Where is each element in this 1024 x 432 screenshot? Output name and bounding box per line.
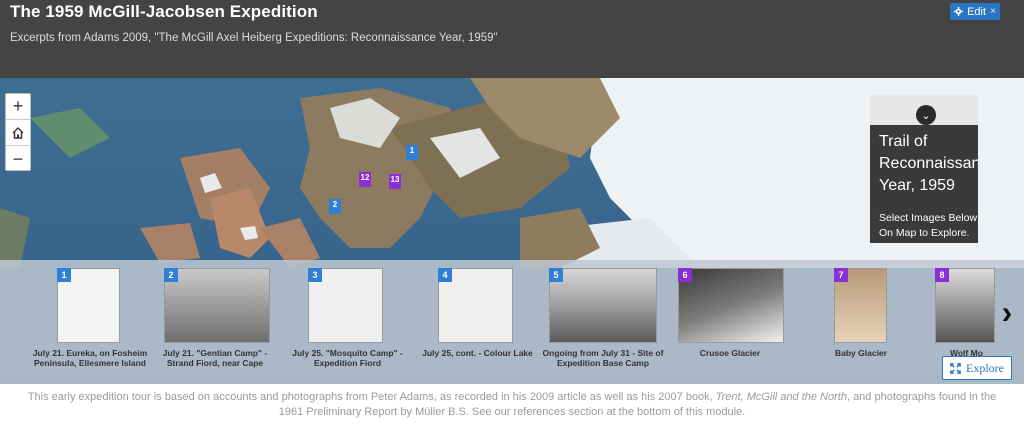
explore-label: Explore	[966, 360, 1004, 375]
panel-desc-line: On Map to Explore.	[879, 227, 970, 239]
gear-icon	[954, 7, 964, 16]
item-number: 8	[935, 268, 949, 282]
carousel-caption: Ongoing from July 31 - Site of Expeditio…	[538, 348, 668, 368]
marker-label: 2	[332, 200, 338, 209]
carousel-caption: July 25, cont. - Colour Lake	[415, 348, 540, 358]
marker-label: 12	[360, 173, 370, 182]
collapse-chevron-icon[interactable]: ⌄	[916, 105, 936, 125]
caption-line: July 21. Eureka, on Fosheim	[32, 348, 148, 358]
caption-line: Expedition Base Camp	[556, 358, 650, 368]
home-button[interactable]	[6, 120, 30, 146]
carousel-caption: July 21. "Gentian Camp" - Strand Fiord, …	[150, 348, 280, 368]
intro-line-1: This early expedition tour is based on a…	[0, 390, 1024, 405]
edit-label: Edit	[967, 5, 987, 18]
item-number: 3	[308, 268, 322, 282]
zoom-in-button[interactable]: +	[6, 94, 30, 120]
home-icon	[12, 126, 24, 139]
intro-line-2: 1961 Preliminary Report by Müller B.S. S…	[278, 406, 746, 418]
caption-line: July 25, cont. - Colour Lake	[422, 348, 533, 358]
item-number: 7	[834, 268, 848, 282]
panel-title: Trail of Reconnaissance Year, 1959	[879, 131, 978, 197]
panel-desc-line: Select Images Below	[879, 212, 978, 224]
photo-thumbnail	[549, 268, 657, 343]
book-title: Trent, McGill and the North	[715, 391, 847, 403]
marker-label: 13	[390, 175, 400, 184]
map-marker[interactable]: 13	[389, 174, 401, 189]
item-number: 4	[438, 268, 452, 282]
item-number: 6	[678, 268, 692, 282]
panel-title-line: Trail of	[879, 133, 928, 150]
item-number: 5	[549, 268, 563, 282]
carousel-next-arrow-icon[interactable]: ›	[993, 294, 1021, 330]
intro-text-segment: , and photographs found in the	[846, 391, 997, 403]
item-number: 2	[164, 268, 178, 282]
intro-text-segment: This early expedition tour is based on a…	[27, 391, 716, 403]
carousel-caption: July 21. Eureka, on Fosheim Peninsula, E…	[20, 348, 160, 368]
zoom-controls: + −	[5, 93, 31, 171]
caption-line: Expedition Fiord	[313, 358, 382, 368]
caption-line: Ongoing from July 31 - Site of	[542, 348, 664, 358]
marker-label: 1	[409, 146, 415, 155]
page-title: The 1959 McGill-Jacobsen Expedition	[10, 2, 318, 21]
tour-info-panel: ⌄ Trail of Reconnaissance Year, 1959 Sel…	[870, 95, 978, 243]
caption-line: Strand Fiord, near Cape	[166, 358, 264, 368]
carousel-caption: July 25. "Mosquito Camp" - Expedition Fi…	[285, 348, 410, 368]
photo-thumbnail	[678, 268, 784, 343]
header-bar: The 1959 McGill-Jacobsen Expedition Exce…	[0, 0, 1024, 78]
caption-line: Crusoe Glacier	[699, 348, 761, 358]
map-marker[interactable]: 1	[406, 145, 418, 160]
expand-icon	[950, 362, 961, 374]
panel-title-line: Year, 1959	[879, 177, 955, 194]
explore-button[interactable]: Explore	[942, 356, 1012, 380]
map-marker[interactable]: 12	[359, 172, 371, 187]
page-subtitle: Excerpts from Adams 2009, "The McGill Ax…	[10, 32, 498, 44]
carousel-caption: Crusoe Glacier	[680, 348, 780, 358]
edit-button[interactable]: Edit ×	[950, 3, 1000, 20]
photo-thumbnail	[164, 268, 270, 343]
close-icon[interactable]: ×	[990, 6, 996, 17]
caption-line: Peninsula, Ellesmere Island	[34, 358, 146, 368]
caption-line: Baby Glacier	[835, 348, 887, 358]
caption-line: July 21. "Gentian Camp" -	[162, 348, 268, 358]
caption-line: July 25. "Mosquito Camp" -	[292, 348, 403, 358]
item-number: 1	[57, 268, 71, 282]
carousel-caption: Baby Glacier	[816, 348, 906, 358]
panel-title-line: Reconnaissance	[879, 155, 978, 172]
intro-text: This early expedition tour is based on a…	[0, 390, 1024, 420]
map-marker[interactable]: 2	[329, 199, 341, 214]
zoom-out-button[interactable]: −	[6, 146, 30, 172]
panel-description: Select Images Below On Map to Explore.	[879, 211, 978, 241]
